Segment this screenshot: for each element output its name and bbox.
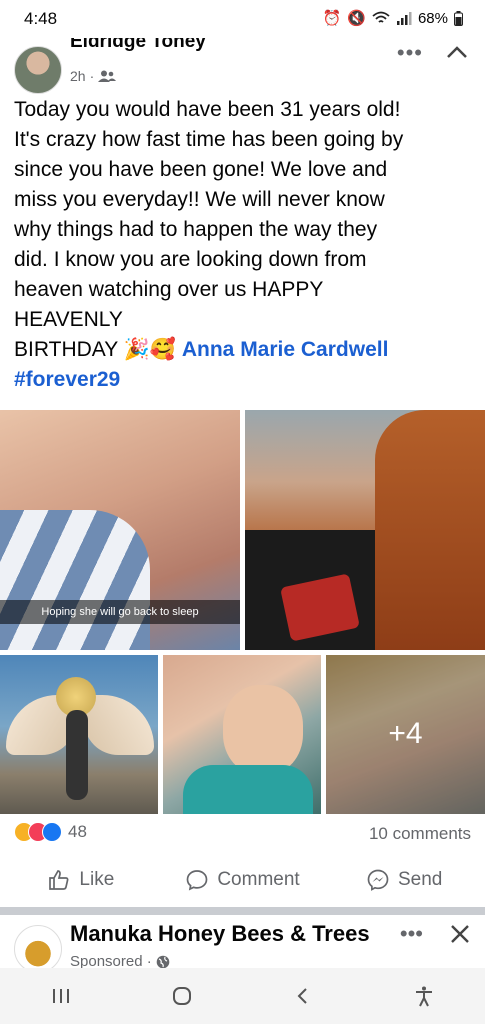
reaction-count: 48 xyxy=(68,822,87,841)
like-label: Like xyxy=(79,869,115,890)
photo-4[interactable] xyxy=(163,655,321,814)
like-reaction-icon xyxy=(42,822,62,842)
battery-level: 68% xyxy=(417,9,448,27)
text-line: BIRTHDAY 🎉🥰 Anna Marie Cardwell xyxy=(14,335,474,365)
home-icon[interactable] xyxy=(162,976,202,1016)
status-bar: 4:48 ⏰ 🔇 68% xyxy=(0,0,485,38)
signal-icon xyxy=(396,12,412,25)
accessibility-icon[interactable] xyxy=(404,976,444,1016)
like-icon xyxy=(49,870,69,890)
text-line: It's crazy how fast time has been going … xyxy=(14,128,404,151)
wifi-icon xyxy=(372,11,390,23)
collapse-icon[interactable] xyxy=(443,38,471,66)
photo-5[interactable]: +4 xyxy=(326,655,485,814)
send-button[interactable]: Send xyxy=(323,856,485,904)
ad-page-name[interactable]: Manuka Honey Bees & Trees xyxy=(70,921,370,947)
post-header: Eldridge Toney 2h · ••• xyxy=(0,38,485,94)
ad-avatar[interactable] xyxy=(14,925,62,973)
status-time: 4:48 xyxy=(24,9,58,28)
author-avatar[interactable] xyxy=(14,46,62,94)
text-line: since you have been gone! We love and xyxy=(14,158,388,181)
feed-divider xyxy=(0,907,485,915)
recents-icon[interactable] xyxy=(41,976,81,1016)
sponsored-post-header: Manuka Honey Bees & Trees Sponsored · ••… xyxy=(0,915,485,973)
hair xyxy=(375,410,485,650)
mute-icon: 🔇 xyxy=(347,10,366,27)
hashtag-link[interactable]: #forever29 xyxy=(14,365,474,395)
photo-1[interactable]: Hoping she will go back to sleep xyxy=(0,410,240,650)
emoji: 🎉🥰 xyxy=(123,338,177,361)
group-icon xyxy=(98,70,117,82)
text-birthday: BIRTHDAY xyxy=(14,338,118,361)
alarm-icon: ⏰ xyxy=(322,10,342,27)
top xyxy=(183,765,313,814)
figure xyxy=(66,710,88,800)
blanket xyxy=(0,510,150,650)
comments-count[interactable]: 10 comments xyxy=(369,824,471,844)
mention-link[interactable]: Anna Marie Cardwell xyxy=(182,338,389,361)
close-icon[interactable] xyxy=(447,921,473,947)
back-icon[interactable] xyxy=(283,976,323,1016)
text-line: heaven watching over us HAPPY xyxy=(14,278,324,301)
post-meta: 2h · xyxy=(70,68,117,84)
android-nav-bar xyxy=(0,968,485,1024)
comment-label: Comment xyxy=(217,869,300,890)
text-line: Today you would have been 31 years old! xyxy=(14,98,401,121)
photo-2[interactable] xyxy=(245,410,485,650)
photo-grid: Hoping she will go back to sleep +4 xyxy=(0,410,485,814)
text-line: did. I know you are looking down from xyxy=(14,248,367,271)
photo-3[interactable] xyxy=(0,655,158,814)
more-icon[interactable]: ••• xyxy=(397,40,423,66)
reactions[interactable]: 48 xyxy=(14,822,87,842)
photo-caption: Hoping she will go back to sleep xyxy=(0,600,240,624)
more-photos-count: +4 xyxy=(388,717,423,750)
send-label: Send xyxy=(397,869,443,890)
battery-icon xyxy=(454,10,463,26)
author-name[interactable]: Eldridge Toney xyxy=(70,38,206,54)
globe-icon xyxy=(156,955,170,968)
ad-more-icon[interactable]: ••• xyxy=(400,921,423,947)
text-line: HEAVENLY xyxy=(14,308,123,331)
post-text: Today you would have been 31 years old! … xyxy=(14,95,474,395)
like-button[interactable]: Like xyxy=(0,856,162,904)
face xyxy=(223,685,303,775)
messenger-icon xyxy=(367,869,389,891)
comment-icon xyxy=(186,870,208,891)
text-line: why things had to happen the way they xyxy=(14,218,378,241)
text-line: miss you everyday!! We will never know xyxy=(14,188,385,211)
status-icons: ⏰ 🔇 68% xyxy=(323,9,463,27)
comment-button[interactable]: Comment xyxy=(162,856,324,904)
action-bar: Like Comment Send xyxy=(0,856,485,904)
post-time[interactable]: 2h xyxy=(70,68,86,84)
